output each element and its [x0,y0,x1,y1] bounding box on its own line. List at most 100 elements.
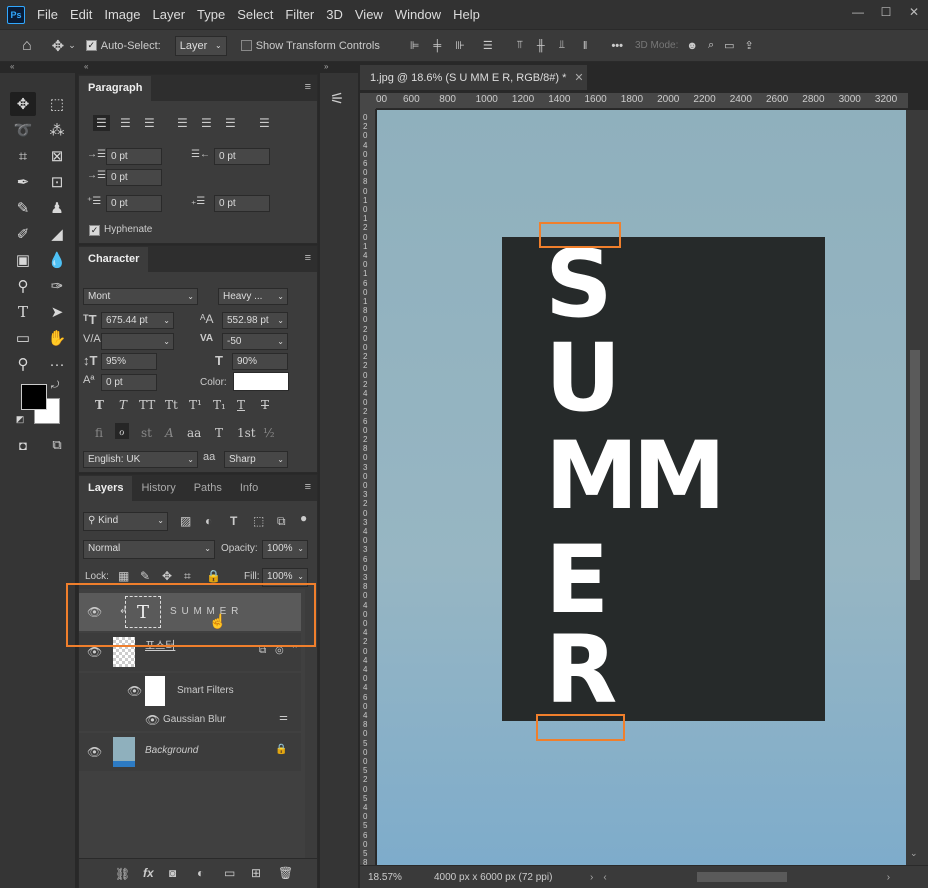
menu-help[interactable]: Help [453,7,488,22]
menu-layer[interactable]: Layer [153,7,194,22]
canvas[interactable]: S U MM E R [377,110,906,865]
contextual-alt-button[interactable]: T [215,426,223,440]
menu-type[interactable]: Type [197,7,233,22]
user-icon[interactable]: ☻ [686,40,698,52]
underline-button[interactable]: T [237,398,245,412]
hyphenate-checkbox[interactable]: ✓ [89,225,100,236]
tab-history[interactable]: History [132,476,184,501]
filter-options-icon[interactable]: ⚌ [279,712,288,723]
move-tool-icon[interactable]: ✥ [10,92,36,116]
stamp-icon[interactable]: ♟ [44,196,70,220]
align-bottom-icon[interactable]: ⫫ [559,39,565,52]
maximize-icon[interactable]: ☐ [872,0,900,24]
vertical-scrollbar[interactable]: ⌄ [906,110,928,865]
spot-heal-icon[interactable]: ⊡ [44,170,70,194]
tab-info[interactable]: Info [231,476,267,501]
faux-italic-button[interactable]: T [119,398,127,412]
filter-pixel-icon[interactable]: ▨ [180,514,191,528]
frame-tool-icon[interactable]: ⊠ [44,144,70,168]
eyedropper-icon[interactable]: ✒ [10,170,36,194]
swap-colors-icon[interactable]: ⤾ [48,378,62,392]
document-info[interactable]: 4000 px x 6000 px (72 ppi) [434,872,584,883]
antialias-select[interactable]: Sharp ⌄ [224,451,288,468]
titling-button[interactable]: aa [187,426,201,440]
baseline-shift-field[interactable]: 0 pt [101,374,157,391]
move-tool-icon[interactable]: ✥ [52,37,65,55]
chevron-down-icon[interactable]: ⌄ [68,40,76,51]
panel-menu-icon[interactable]: ≡ [305,252,311,264]
close-tab-icon[interactable]: ✕ [574,71,583,84]
new-group-icon[interactable]: ▭ [224,866,235,880]
properties-panel-icon[interactable]: ⚟ [330,89,344,109]
tab-paths[interactable]: Paths [185,476,231,501]
brush-icon[interactable]: ✎ [10,196,36,220]
panel-menu-icon[interactable]: ≡ [305,481,311,493]
justify-all-icon[interactable]: ☰ [259,116,270,130]
filter-adjustment-icon[interactable]: ◐ [205,514,212,528]
menu-select[interactable]: Select [237,7,281,22]
scroll-right-icon[interactable]: › [887,872,890,883]
scroll-left-icon[interactable]: ‹ [603,872,606,883]
filter-toggle-icon[interactable]: ● [300,511,307,525]
screen-mode-icon[interactable]: ⧉ [44,433,70,457]
blur-tool-icon[interactable]: 💧 [44,248,70,272]
space-after-field[interactable]: 0 pt [214,195,270,212]
zoom-level[interactable]: 18.57% [368,872,428,883]
more-tools-icon[interactable]: ··· [44,352,70,376]
auto-select-dropdown[interactable]: Layer ⌄ [174,35,227,56]
photoshop-logo-icon[interactable]: Ps [7,5,25,24]
faux-bold-button[interactable]: T [95,398,104,412]
indent-first-field[interactable]: 0 pt [106,169,162,186]
eye-icon[interactable]: 👁 [127,684,142,698]
fx-icon[interactable]: fx [143,866,154,880]
minimize-icon[interactable]: — [844,0,872,24]
justify-left-icon[interactable]: ☰ [177,116,188,130]
filter-shape-icon[interactable]: ⬚ [253,514,264,528]
collapse-strip-left[interactable]: « [0,62,76,73]
magic-wand-icon[interactable]: ⁂ [44,118,70,142]
path-select-icon[interactable]: ➤ [44,300,70,324]
menu-file[interactable]: File [37,7,66,22]
home-icon[interactable]: ⌂ [22,37,32,55]
pen-tool-icon[interactable]: ✑ [44,274,70,298]
hand-tool-icon[interactable]: ✋ [44,326,70,350]
layer-row-background[interactable]: 👁 Background 🔒 [79,733,301,771]
discretionary-ligature-button[interactable]: ℴ [115,423,129,439]
eye-icon[interactable]: 👁 [87,645,102,659]
lock-artboard-icon[interactable]: ⌗ [184,569,191,584]
collapse-strip-right[interactable]: » [320,62,358,73]
filter-kind-select[interactable]: ⚲ Kind ⌄ [83,512,168,531]
leading-field[interactable]: 552.98 pt ⌄ [222,312,288,329]
font-family-select[interactable]: Mont ⌄ [83,288,198,305]
menu-filter[interactable]: Filter [285,7,322,22]
document-tab[interactable]: 1.jpg @ 18.6% (S U MM E R, RGB/8#) * ✕ [360,65,594,90]
lock-pixels-icon[interactable]: ✎ [140,569,150,583]
type-tool-icon[interactable]: T [10,300,36,324]
eye-icon[interactable]: 👁 [145,713,160,727]
align-center-text-icon[interactable]: ☰ [120,116,131,130]
menu-3d[interactable]: 3D [326,7,351,22]
auto-select-checkbox[interactable]: ✓ Auto-Select: [85,40,161,52]
zoom-tool-icon[interactable]: ⚲ [10,352,36,376]
align-right-text-icon[interactable]: ☰ [144,116,155,130]
horizontal-scale-field[interactable]: 90% [232,353,288,370]
strikethrough-button[interactable]: T [261,398,269,412]
rectangle-tool-icon[interactable]: ▭ [10,326,36,350]
dodge-icon[interactable]: ⚲ [10,274,36,298]
foreground-color-swatch[interactable] [21,384,47,410]
history-brush-icon[interactable]: ✐ [10,222,36,246]
adjustment-layer-icon[interactable]: ◐ [197,866,204,880]
justify-right-icon[interactable]: ☰ [225,116,236,130]
menu-window[interactable]: Window [395,7,449,22]
default-colors-icon[interactable]: ◩ [14,413,26,425]
show-transform-checkbox[interactable]: Show Transform Controls [240,40,380,52]
vertical-scale-field[interactable]: 95% [101,353,157,370]
tab-layers[interactable]: Layers [79,476,133,501]
quick-mask-icon[interactable]: ◘ [10,433,36,457]
menu-edit[interactable]: Edit [70,7,100,22]
distribute-icon[interactable]: ☰ [483,39,493,52]
tab-character[interactable]: Character [79,247,149,272]
lock-all-icon[interactable]: 🔒 [206,569,221,583]
superscript-button[interactable]: T¹ [189,398,202,412]
workspace-icon[interactable]: ▭ [724,39,734,52]
